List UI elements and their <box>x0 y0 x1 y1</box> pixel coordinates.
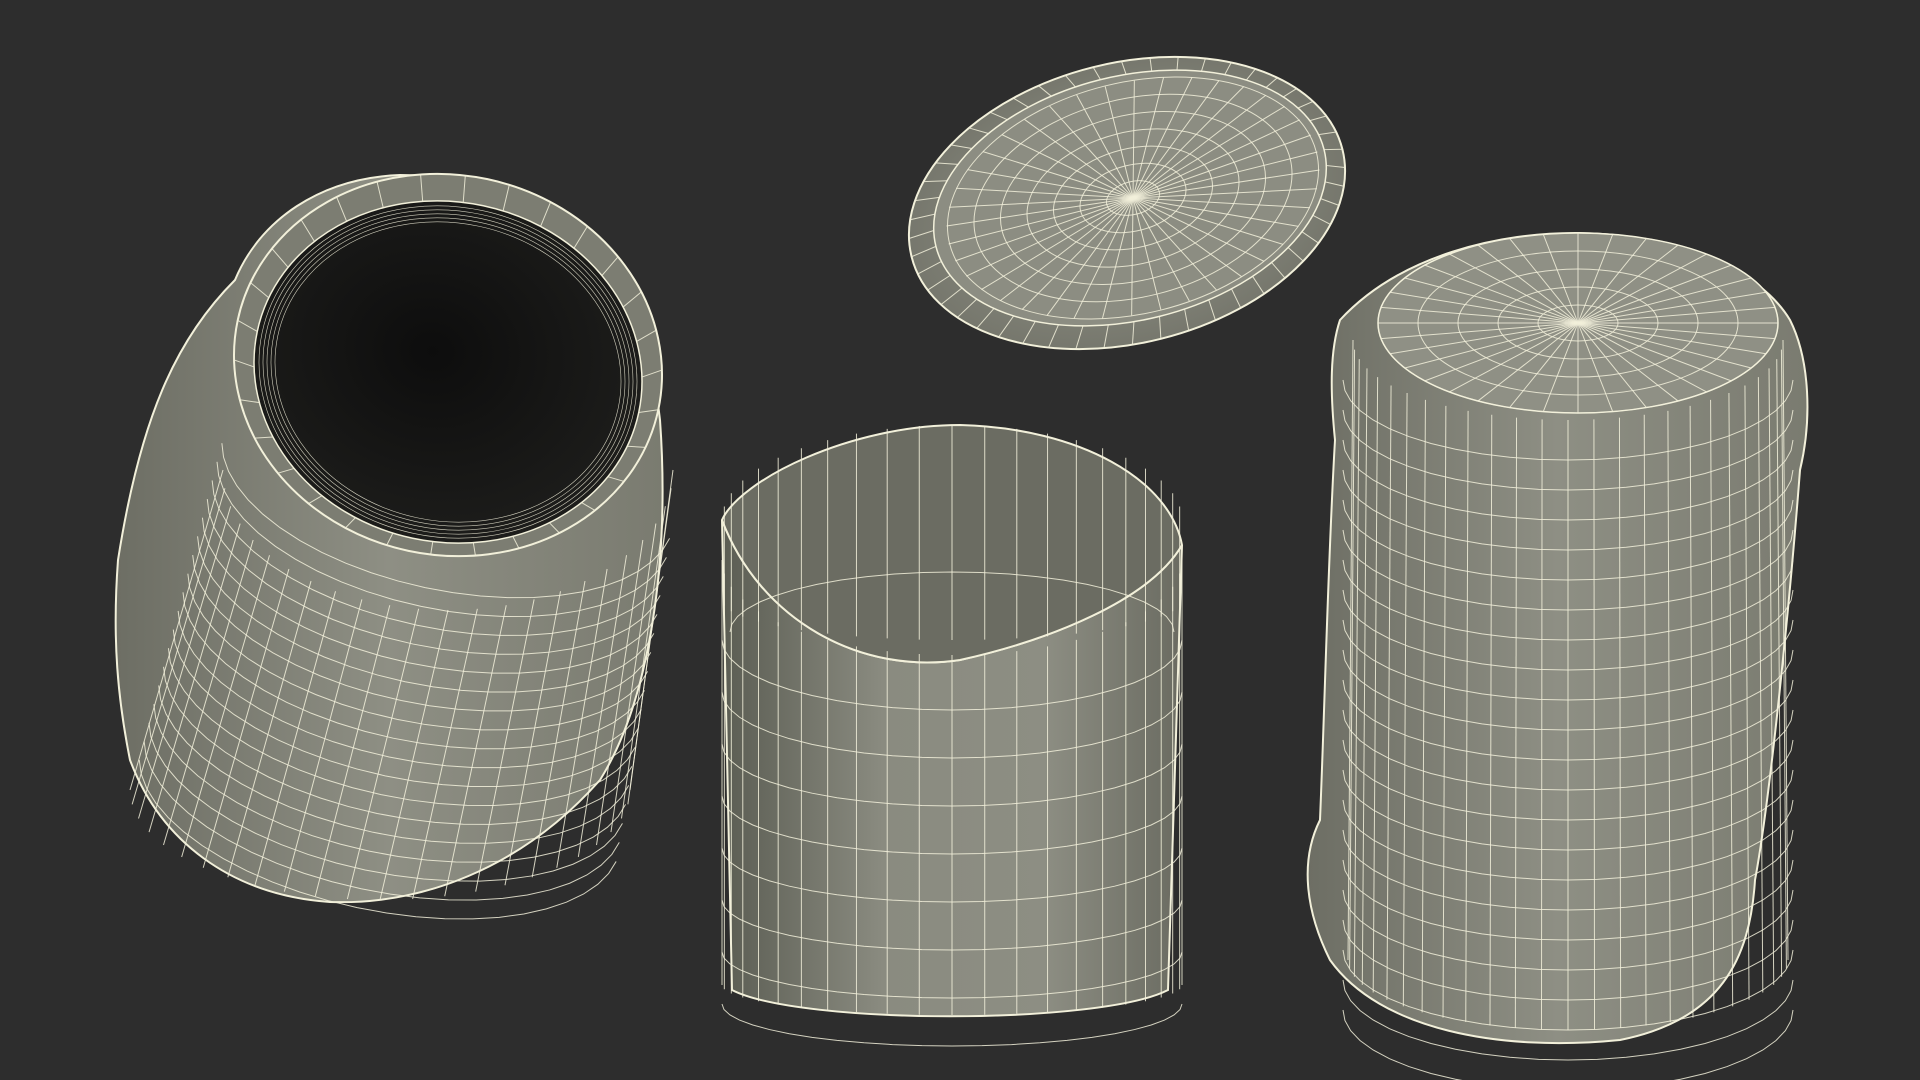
render-viewport <box>0 0 1920 1080</box>
jar-body-closed <box>1306 231 1809 1080</box>
wireframe-scene <box>114 55 1809 1080</box>
jar-body-open <box>114 172 674 920</box>
lid <box>907 55 1347 351</box>
label-sleeve <box>720 423 1184 1047</box>
